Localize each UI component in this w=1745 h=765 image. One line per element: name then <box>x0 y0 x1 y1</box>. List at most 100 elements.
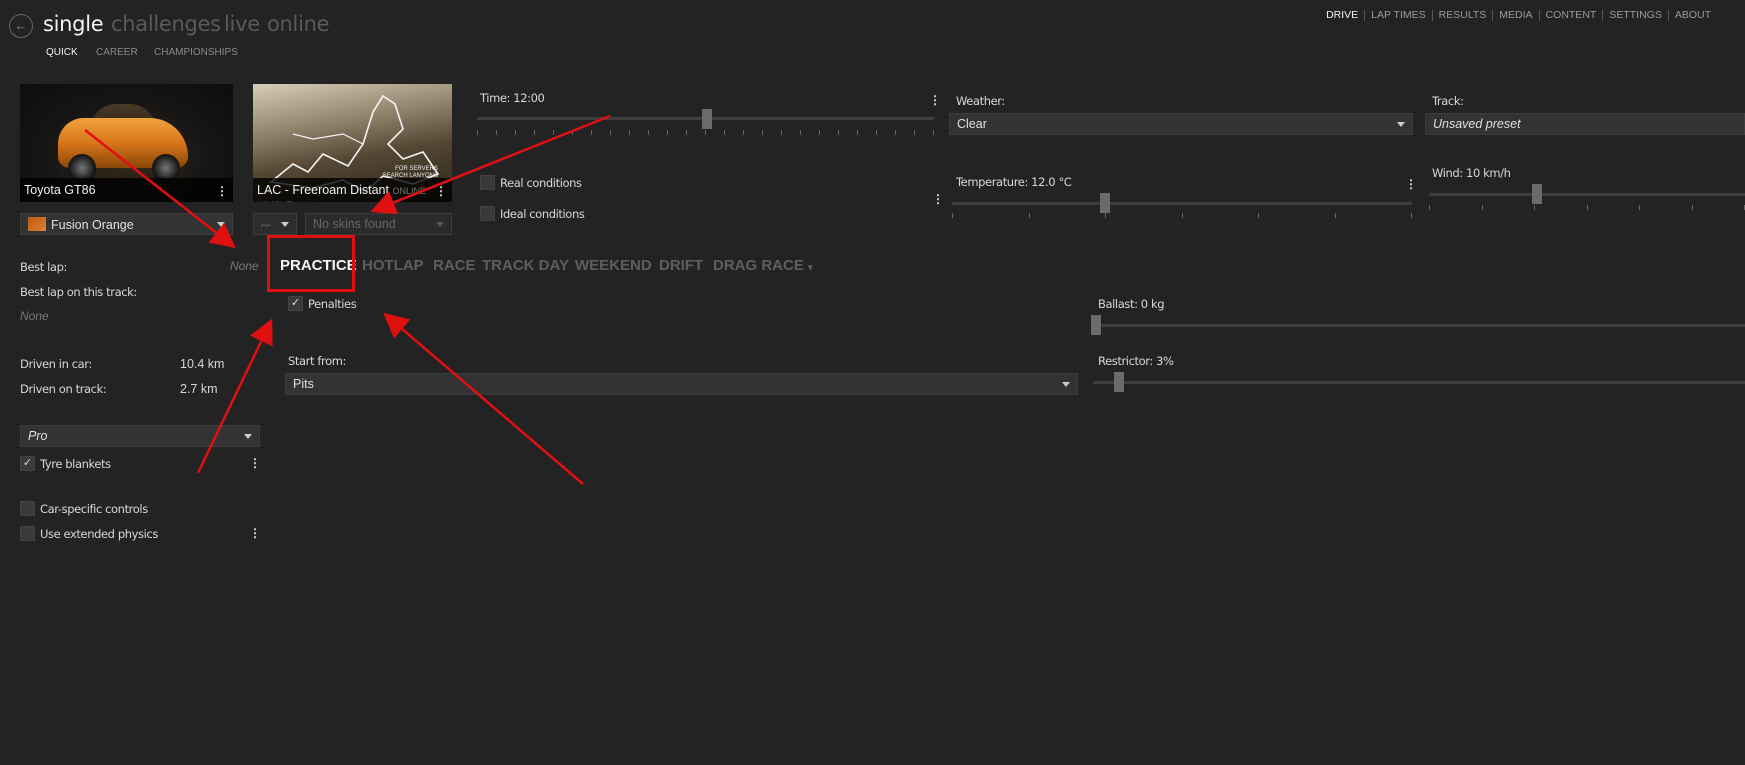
assists-preset-select[interactable]: Pro <box>20 425 260 447</box>
ballast-slider-track[interactable] <box>1093 324 1745 327</box>
car-menu-icon[interactable]: ⋮ <box>216 185 228 197</box>
temperature-slider-thumb[interactable] <box>1100 193 1110 213</box>
race-tab-weekend[interactable]: WEEKEND <box>575 257 652 274</box>
time-label: Time: 12:00 <box>480 91 545 105</box>
slider-tick <box>1482 205 1483 210</box>
weather-value: Clear <box>957 117 987 131</box>
slider-tick <box>933 130 934 135</box>
best-lap-track-value: None <box>20 309 49 323</box>
slider-tick <box>1105 213 1106 218</box>
extended-physics-checkbox[interactable] <box>20 526 35 541</box>
checkmark-icon: ✓ <box>290 297 301 309</box>
wind-slider-track[interactable] <box>1429 193 1745 196</box>
assists-preset-value: Pro <box>28 429 48 443</box>
chevron-down-icon: ▾ <box>808 262 813 272</box>
temperature-slider-track[interactable] <box>952 202 1412 205</box>
mode-tab-single[interactable]: single <box>43 12 104 36</box>
chevron-down-icon <box>281 222 289 227</box>
slider-tick <box>629 130 630 135</box>
mode-tab-live[interactable]: live <box>224 12 260 36</box>
restrictor-slider-thumb[interactable] <box>1114 372 1124 392</box>
restrictor-slider-track[interactable] <box>1093 381 1745 384</box>
best-lap-track-label: Best lap on this track: <box>20 285 137 299</box>
highlight-box <box>267 235 355 292</box>
car-skin-value: Fusion Orange <box>51 218 134 232</box>
slider-tick <box>572 130 573 135</box>
subtab-career[interactable]: CAREER <box>96 47 138 58</box>
start-from-select[interactable]: Pits <box>285 373 1078 395</box>
slider-tick <box>686 130 687 135</box>
tyre-blankets-label: Tyre blankets <box>40 457 111 471</box>
slider-tick <box>724 130 725 135</box>
real-conditions-checkbox[interactable] <box>480 175 495 190</box>
ballast-slider-thumb[interactable] <box>1091 315 1101 335</box>
slider-tick <box>1258 213 1259 218</box>
slider-tick <box>667 130 668 135</box>
mode-tab-challenges[interactable]: challenges <box>111 12 221 36</box>
time-slider-ticks <box>477 130 934 136</box>
nav-about[interactable]: ABOUT <box>1669 9 1717 21</box>
slider-tick <box>838 130 839 135</box>
temperature-slider-ticks <box>952 213 1412 219</box>
car-preview[interactable]: Toyota GT86 ⋮ <box>20 84 233 202</box>
track-name: LAC - Freeroam Distant ONLINE LAYOUT <box>253 178 452 202</box>
time-slider-thumb[interactable] <box>702 109 712 129</box>
track-skin-placeholder: No skins found <box>313 217 396 231</box>
weather-label: Weather: <box>956 94 1005 108</box>
nav-settings[interactable]: SETTINGS <box>1603 9 1668 21</box>
penalties-label: Penalties <box>308 297 357 311</box>
slider-tick <box>743 130 744 135</box>
weather-select[interactable]: Clear <box>949 113 1413 135</box>
nav-media[interactable]: MEDIA <box>1493 9 1538 21</box>
slider-tick <box>1335 213 1336 218</box>
top-navigation: DRIVE LAP TIMES RESULTS MEDIA CONTENT SE… <box>1320 9 1717 21</box>
ideal-conditions-label: Ideal conditions <box>500 207 585 221</box>
skin-swatch-icon <box>28 217 46 231</box>
ideal-conditions-checkbox[interactable] <box>480 206 495 221</box>
slider-tick <box>515 130 516 135</box>
slider-tick <box>781 130 782 135</box>
slider-tick <box>914 130 915 135</box>
best-lap-value: None <box>230 259 259 273</box>
best-lap-label: Best lap: <box>20 260 67 274</box>
nav-results[interactable]: RESULTS <box>1433 9 1493 21</box>
tyre-blankets-checkbox[interactable]: ✓ <box>20 456 35 471</box>
track-skin-select[interactable]: No skins found <box>305 213 452 235</box>
slider-tick <box>876 130 877 135</box>
race-tab-hotlap[interactable]: HOTLAP <box>362 257 424 274</box>
temperature-label: Temperature: 12.0 °C <box>956 175 1072 189</box>
start-from-value: Pits <box>293 377 314 391</box>
temperature-menu-icon[interactable]: ⋮ <box>1405 178 1740 760</box>
nav-drive[interactable]: DRIVE <box>1320 9 1364 21</box>
track-layout-select[interactable]: ⌐⌐ <box>253 213 297 235</box>
wind-slider-thumb[interactable] <box>1532 184 1542 204</box>
penalties-checkbox[interactable]: ✓ <box>288 296 303 311</box>
arrow-tyre-to-practice <box>196 318 273 474</box>
race-tab-drag-race[interactable]: DRAG RACE ▾ <box>713 257 813 274</box>
race-tab-drift[interactable]: DRIFT <box>659 257 703 274</box>
track-menu-icon[interactable]: ⋮ <box>435 185 447 197</box>
slider-tick <box>553 130 554 135</box>
ballast-label: Ballast: 0 kg <box>1098 297 1165 311</box>
car-controls-checkbox[interactable] <box>20 501 35 516</box>
subtab-championships[interactable]: CHAMPIONSHIPS <box>154 47 238 58</box>
subtab-quick[interactable]: QUICK <box>46 47 78 58</box>
track-state-select[interactable]: Unsaved preset <box>1425 113 1745 135</box>
car-controls-label: Car-specific controls <box>40 502 148 516</box>
slider-tick <box>1639 205 1640 210</box>
track-preview[interactable]: FOR SERVERS SEARCH LANYONS LAC - Freeroam… <box>253 84 452 202</box>
nav-content[interactable]: CONTENT <box>1540 9 1603 21</box>
nav-lap-times[interactable]: LAP TIMES <box>1365 9 1431 21</box>
slider-tick <box>762 130 763 135</box>
car-name: Toyota GT86 <box>20 178 233 202</box>
car-skin-select[interactable]: Fusion Orange <box>20 213 233 235</box>
slider-tick <box>591 130 592 135</box>
real-conditions-label: Real conditions <box>500 176 582 190</box>
race-tab-track-day[interactable]: TRACK DAY <box>482 257 569 274</box>
race-tab-race[interactable]: RACE <box>433 257 476 274</box>
track-state-value: Unsaved preset <box>1433 117 1521 131</box>
driven-track-value: 2.7 km <box>180 382 218 396</box>
mode-tab-online[interactable]: online <box>267 12 330 36</box>
chevron-down-icon <box>1062 382 1070 387</box>
back-button[interactable]: ← <box>9 14 33 38</box>
